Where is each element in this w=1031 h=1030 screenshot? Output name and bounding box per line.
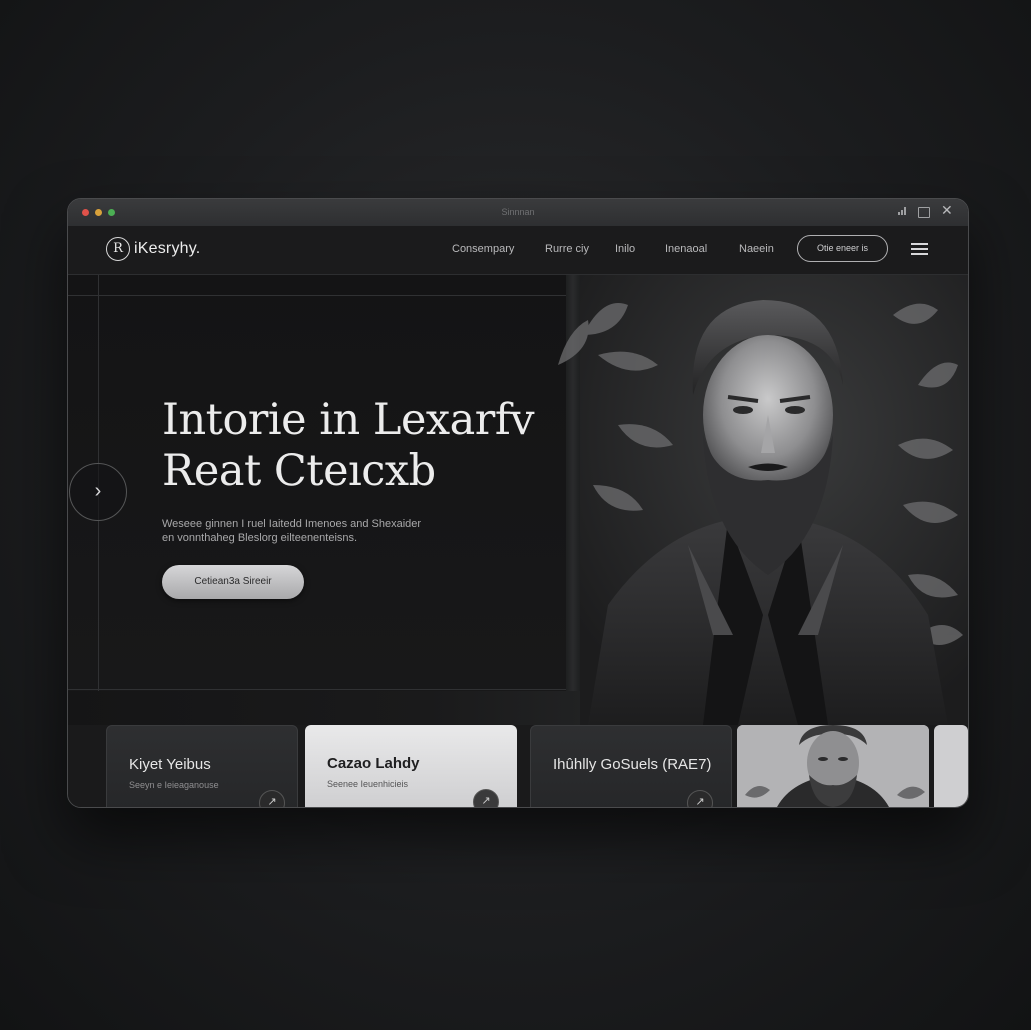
card-subtitle: Seeyn e Ieieaganouse — [129, 780, 219, 790]
signal-icon — [898, 206, 907, 218]
browser-window: Sinnnan ✕ R iKesryhy. Consempary Rurre c… — [67, 198, 969, 808]
nav-link-3[interactable]: Inilo — [615, 243, 635, 255]
site-logo-text[interactable]: iKesryhy. — [134, 240, 200, 258]
nav-link-1[interactable]: Consempary — [452, 243, 514, 255]
portrait-thumbnail — [737, 725, 929, 807]
hero-title-line-1: Intorie in Lexarfv — [162, 395, 535, 445]
portrait-illustration — [558, 275, 968, 725]
tab-icon[interactable] — [918, 207, 930, 218]
nav-cta-button[interactable]: Otie eneer is — [797, 235, 888, 262]
arrow-icon[interactable]: ↗ — [259, 790, 285, 807]
hero-subtitle: Weseee ginnen I ruel Iaitedd Imenoes and… — [162, 517, 492, 545]
hamburger-menu-icon[interactable] — [911, 243, 928, 255]
card-title: Ihûhlly GoSuels (RAE7) — [553, 756, 712, 773]
card-title: Cazao Lahdy — [327, 755, 420, 772]
nav-link-2[interactable]: Rurre ciy — [545, 243, 589, 255]
hero-subtitle-line-1: Weseee ginnen I ruel Iaitedd Imenoes and… — [162, 518, 422, 530]
close-icon[interactable]: ✕ — [941, 203, 953, 217]
nav-link-4[interactable]: Inenaoal — [665, 243, 707, 255]
site-navbar: R iKesryhy. Consempary Rurre ciy Inilo I… — [68, 226, 968, 275]
next-card-peek[interactable] — [934, 725, 968, 807]
card-row: Kiyet Yeibus Seeyn e Ieieaganouse ↗ Caza… — [68, 725, 968, 807]
card-subtitle: Seenee Ieuenhicieis — [327, 779, 409, 789]
title-bar: Sinnnan ✕ — [68, 199, 968, 227]
hero-section: Intorie in Lexarfv Reat Cteıcxb Weseee g… — [68, 275, 968, 725]
feature-card-3[interactable]: Ihûhlly GoSuels (RAE7) ↗ — [530, 725, 732, 807]
chevron-right-icon[interactable]: › — [69, 463, 127, 521]
feature-card-2[interactable]: Cazao Lahdy Seenee Ieuenhicieis ↗ — [305, 725, 517, 807]
hero-cta-button[interactable]: Cetiean3a Sireeir — [162, 565, 304, 599]
arrow-icon[interactable]: ↗ — [687, 790, 713, 807]
portrait-thumbnail-card[interactable] — [737, 725, 929, 807]
window-title: Sinnnan — [501, 207, 535, 217]
nav-link-5[interactable]: Naeein — [739, 243, 774, 255]
hero-subtitle-line-2: en vonnthaheg Bleslorg eilteenenteisns. — [162, 532, 358, 544]
hero-title: Intorie in Lexarfv Reat Cteıcxb — [162, 395, 582, 497]
r-circle-logo-icon[interactable]: R — [106, 237, 130, 261]
arrow-icon[interactable]: ↗ — [473, 789, 499, 807]
hero-title-line-2: Reat Cteıcxb — [162, 446, 436, 496]
feature-card-1[interactable]: Kiyet Yeibus Seeyn e Ieieaganouse ↗ — [106, 725, 298, 807]
card-title: Kiyet Yeibus — [129, 756, 211, 773]
